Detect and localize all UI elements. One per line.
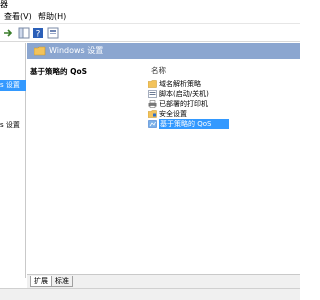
folder-icon [33, 46, 46, 56]
printer-icon [148, 100, 157, 108]
tree-item-settings-2[interactable]: s 设置 [0, 120, 26, 131]
list-item[interactable]: 域名解析策略 [147, 79, 258, 89]
details-header: Windows 设置 [27, 43, 300, 59]
list-item[interactable]: 安全设置 [147, 109, 258, 119]
tree-item-settings-1[interactable]: s 设置 [0, 80, 26, 91]
list-item-label: 安全设置 [159, 110, 187, 118]
security-icon [147, 110, 157, 118]
list-item-label: 已部署的打印机 [159, 100, 208, 108]
tab-extended[interactable]: 扩展 [30, 276, 52, 287]
tree-pane: s 设置 s 设置 [0, 43, 26, 278]
menu-bar: 查看(V) 帮助(H) [0, 10, 300, 24]
folder-icon [147, 80, 157, 88]
menu-view[interactable]: 查看(V) [4, 12, 32, 22]
list-item[interactable]: 已部署的打印机 [148, 99, 258, 109]
description-panel: 基于策略的 QoS [27, 59, 145, 278]
menu-help[interactable]: 帮助(H) [38, 12, 66, 22]
list-item-label: 基于策略的 QoS [159, 119, 230, 129]
window-title: 器 [0, 0, 8, 9]
list-item-label: 脚本(启动/关机) [159, 90, 209, 98]
qos-icon [148, 120, 157, 128]
show-hide-tree-icon[interactable] [18, 27, 30, 39]
forward-icon[interactable] [2, 27, 14, 39]
details-header-title: Windows 设置 [49, 46, 104, 55]
details-pane: Windows 设置 基于策略的 QoS 名称 域名解析策略 脚本(启动/关机)… [27, 43, 300, 278]
list-item[interactable]: 基于策略的 QoS [148, 119, 258, 129]
selected-item-title: 基于策略的 QoS [30, 67, 88, 76]
tab-standard[interactable]: 标准 [51, 276, 73, 287]
view-tabs: 扩展 标准 [27, 274, 300, 288]
script-icon [148, 90, 157, 98]
item-list: 名称 域名解析策略 脚本(启动/关机) 已部署的打印机 安全设置 基于策略的 Q… [145, 59, 300, 278]
list-item-label: 域名解析策略 [159, 80, 201, 88]
properties-icon[interactable] [47, 27, 59, 39]
toolbar: ? [0, 24, 300, 42]
status-bar [0, 288, 300, 300]
svg-text:?: ? [36, 30, 41, 40]
list-item[interactable]: 脚本(启动/关机) [148, 89, 258, 99]
title-bar: 器 [0, 0, 300, 10]
help-icon[interactable]: ? [32, 27, 44, 40]
column-header-name[interactable]: 名称 [151, 66, 166, 75]
